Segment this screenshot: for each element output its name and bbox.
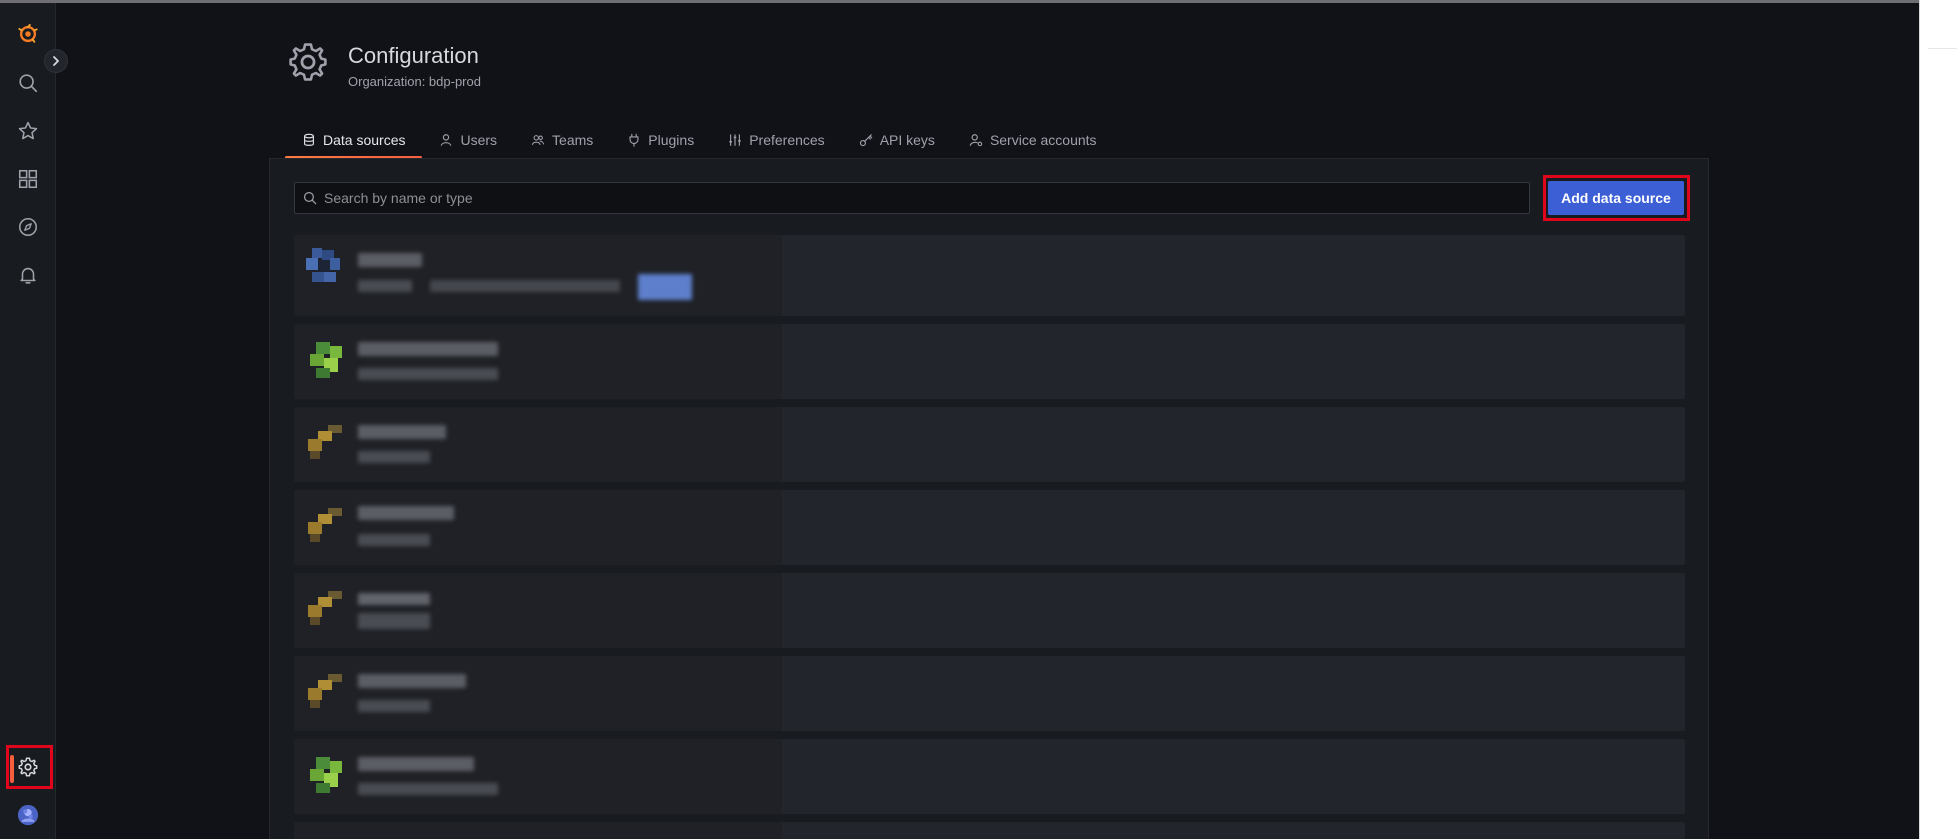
search-nav-button[interactable]	[8, 63, 48, 103]
adjacent-window-edge	[1919, 0, 1957, 839]
page-subtitle: Organization: bdp-prod	[348, 74, 481, 89]
tab-service-accounts[interactable]: Service accounts	[952, 125, 1114, 155]
search-icon	[19, 74, 38, 93]
data-source-item[interactable]	[294, 739, 1685, 814]
explore-icon	[18, 217, 38, 237]
expand-sidebar-button[interactable]	[44, 49, 68, 73]
data-source-item[interactable]	[294, 490, 1685, 565]
avatar	[17, 804, 39, 826]
tab-label: Plugins	[648, 132, 695, 148]
data-source-logo-icon	[306, 248, 340, 282]
search-input[interactable]	[317, 189, 1529, 207]
tab-users[interactable]: Users	[422, 125, 514, 155]
key-icon	[859, 134, 872, 147]
data-source-logo-icon	[308, 508, 342, 542]
row-shade	[294, 656, 782, 731]
search-field[interactable]	[294, 182, 1530, 214]
tab-preferences[interactable]: Preferences	[711, 125, 841, 155]
blurred-type	[358, 280, 412, 292]
tab-label: Preferences	[749, 132, 825, 148]
data-source-logo-icon	[308, 591, 342, 625]
user-icon	[441, 134, 452, 146]
blurred-name	[358, 757, 474, 771]
tab-api-keys[interactable]: API keys	[842, 125, 952, 155]
data-source-item[interactable]	[294, 822, 1685, 839]
blurred-type	[358, 700, 430, 712]
data-source-logo-icon	[308, 674, 342, 708]
grafana-logo-icon[interactable]	[8, 14, 48, 54]
data-source-logo-icon	[308, 425, 342, 459]
tab-label: API keys	[879, 132, 935, 148]
data-source-item[interactable]	[294, 573, 1685, 648]
blurred-name	[358, 425, 446, 439]
blurred-type	[358, 613, 430, 629]
users-icon	[531, 135, 545, 146]
tab-data-sources[interactable]: Data sources	[285, 125, 423, 159]
blurred-name	[358, 506, 454, 520]
chevron-right-icon	[53, 56, 59, 66]
gear-icon	[289, 43, 327, 81]
page-title: Configuration	[348, 43, 479, 68]
user-cog-icon	[969, 134, 983, 147]
blurred-name	[358, 593, 430, 605]
dashboards-nav-button[interactable]	[8, 159, 48, 199]
configuration-nav-button[interactable]	[8, 747, 48, 787]
blurred-type	[358, 783, 498, 795]
row-shade	[294, 235, 782, 316]
blurred-type	[358, 534, 430, 546]
starred-nav-button[interactable]	[8, 111, 48, 151]
row-shade	[294, 739, 782, 814]
blurred-url	[430, 280, 620, 292]
blurred-name	[358, 253, 422, 267]
data-source-item[interactable]	[294, 407, 1685, 482]
alerting-nav-button[interactable]	[8, 255, 48, 295]
tab-label: Service accounts	[989, 132, 1097, 148]
tab-bar: Data sources Users Teams Plugins Prefere…	[285, 125, 1114, 159]
data-source-logo-icon	[310, 757, 342, 793]
profile-avatar[interactable]	[8, 795, 48, 835]
row-shade	[294, 324, 782, 399]
add-data-source-button[interactable]: Add data source	[1548, 181, 1684, 215]
search-icon	[303, 191, 317, 205]
data-source-logo-icon	[310, 342, 342, 378]
sliders-icon	[729, 134, 741, 146]
dashboards-icon	[18, 169, 38, 189]
row-shade	[294, 573, 782, 648]
edge-divider	[1928, 48, 1957, 49]
row-shade	[294, 490, 782, 565]
tab-label: Users	[460, 132, 498, 148]
top-border	[0, 0, 1919, 3]
star-icon	[18, 121, 38, 140]
tab-label: Data sources	[323, 132, 406, 148]
data-source-item[interactable]	[294, 324, 1685, 399]
explore-nav-button[interactable]	[8, 207, 48, 247]
gear-icon	[18, 757, 38, 777]
sidebar	[0, 3, 68, 839]
page-icon	[286, 40, 330, 84]
row-shade	[294, 407, 782, 482]
blurred-type	[358, 451, 430, 463]
blurred-badge	[638, 274, 692, 300]
tab-teams[interactable]: Teams	[514, 125, 610, 155]
blurred-type	[358, 368, 498, 380]
blurred-name	[358, 674, 466, 688]
plug-icon	[629, 133, 639, 147]
data-source-item[interactable]	[294, 656, 1685, 731]
tab-plugins[interactable]: Plugins	[610, 125, 711, 155]
bell-icon	[20, 267, 36, 284]
database-icon	[304, 133, 314, 146]
tab-label: Teams	[552, 132, 594, 148]
app-window: Configuration Organization: bdp-prod Dat…	[0, 0, 1919, 839]
data-source-item[interactable]	[294, 235, 1685, 316]
row-shade	[294, 822, 782, 839]
blurred-name	[358, 342, 498, 356]
